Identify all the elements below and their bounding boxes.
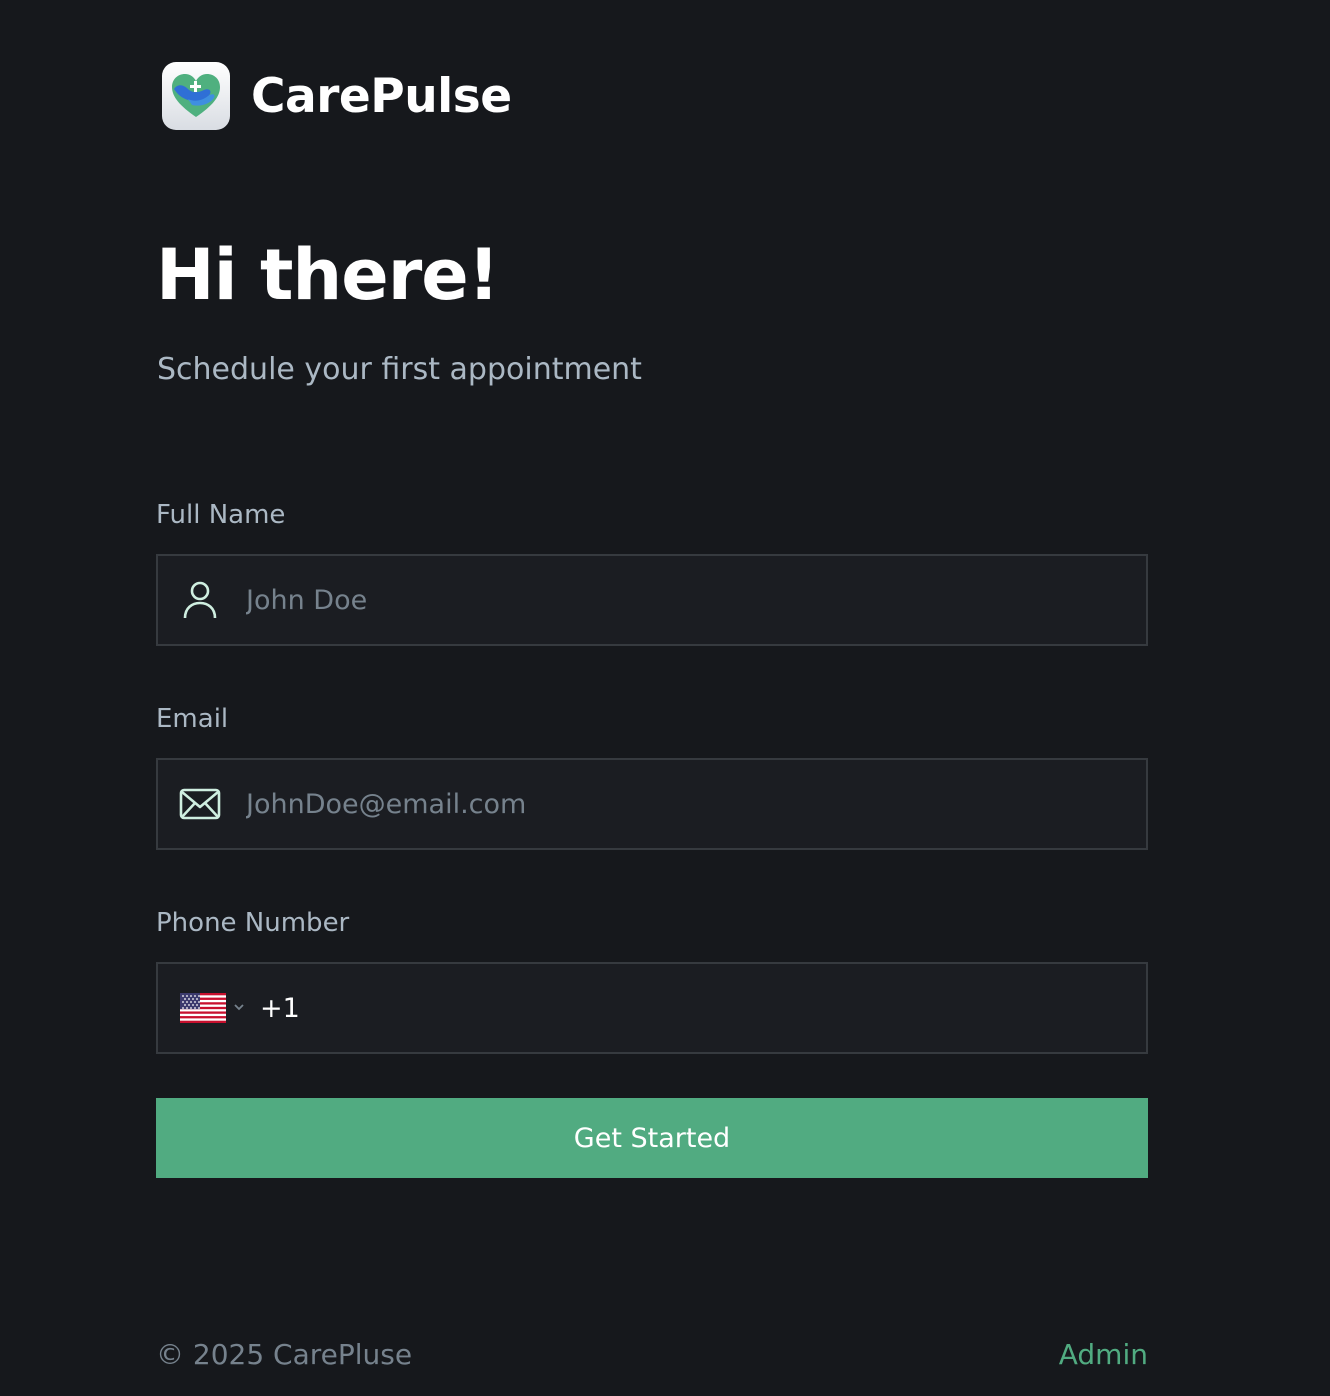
full-name-field[interactable] bbox=[156, 554, 1148, 646]
email-field[interactable] bbox=[156, 758, 1148, 850]
email-input[interactable] bbox=[246, 788, 1106, 820]
copyright-text: © 2025 CarePluse bbox=[156, 1338, 413, 1371]
mail-icon bbox=[178, 782, 222, 826]
page-title: Hi there! bbox=[156, 234, 500, 316]
phone-label: Phone Number bbox=[156, 908, 350, 938]
page-subtitle: Schedule your first appointment bbox=[157, 352, 642, 387]
heart-hands-logo-icon bbox=[162, 62, 230, 130]
get-started-button[interactable]: Get Started bbox=[156, 1098, 1148, 1178]
full-name-label: Full Name bbox=[156, 500, 286, 530]
chevron-down-icon bbox=[226, 999, 246, 1018]
brand-name: CarePulse bbox=[251, 68, 512, 124]
admin-link[interactable]: Admin bbox=[1059, 1338, 1148, 1371]
country-code-select[interactable] bbox=[180, 993, 246, 1023]
phone-field[interactable]: +1 bbox=[156, 962, 1148, 1054]
full-name-input[interactable] bbox=[246, 584, 1106, 616]
patient-onboarding-page: CarePulse Hi there! Schedule your first … bbox=[0, 0, 1330, 1396]
brand-header: CarePulse bbox=[162, 62, 512, 130]
us-flag-icon bbox=[180, 993, 226, 1023]
user-icon bbox=[178, 578, 222, 622]
phone-number-input[interactable]: +1 bbox=[260, 993, 300, 1024]
email-label: Email bbox=[156, 704, 229, 734]
